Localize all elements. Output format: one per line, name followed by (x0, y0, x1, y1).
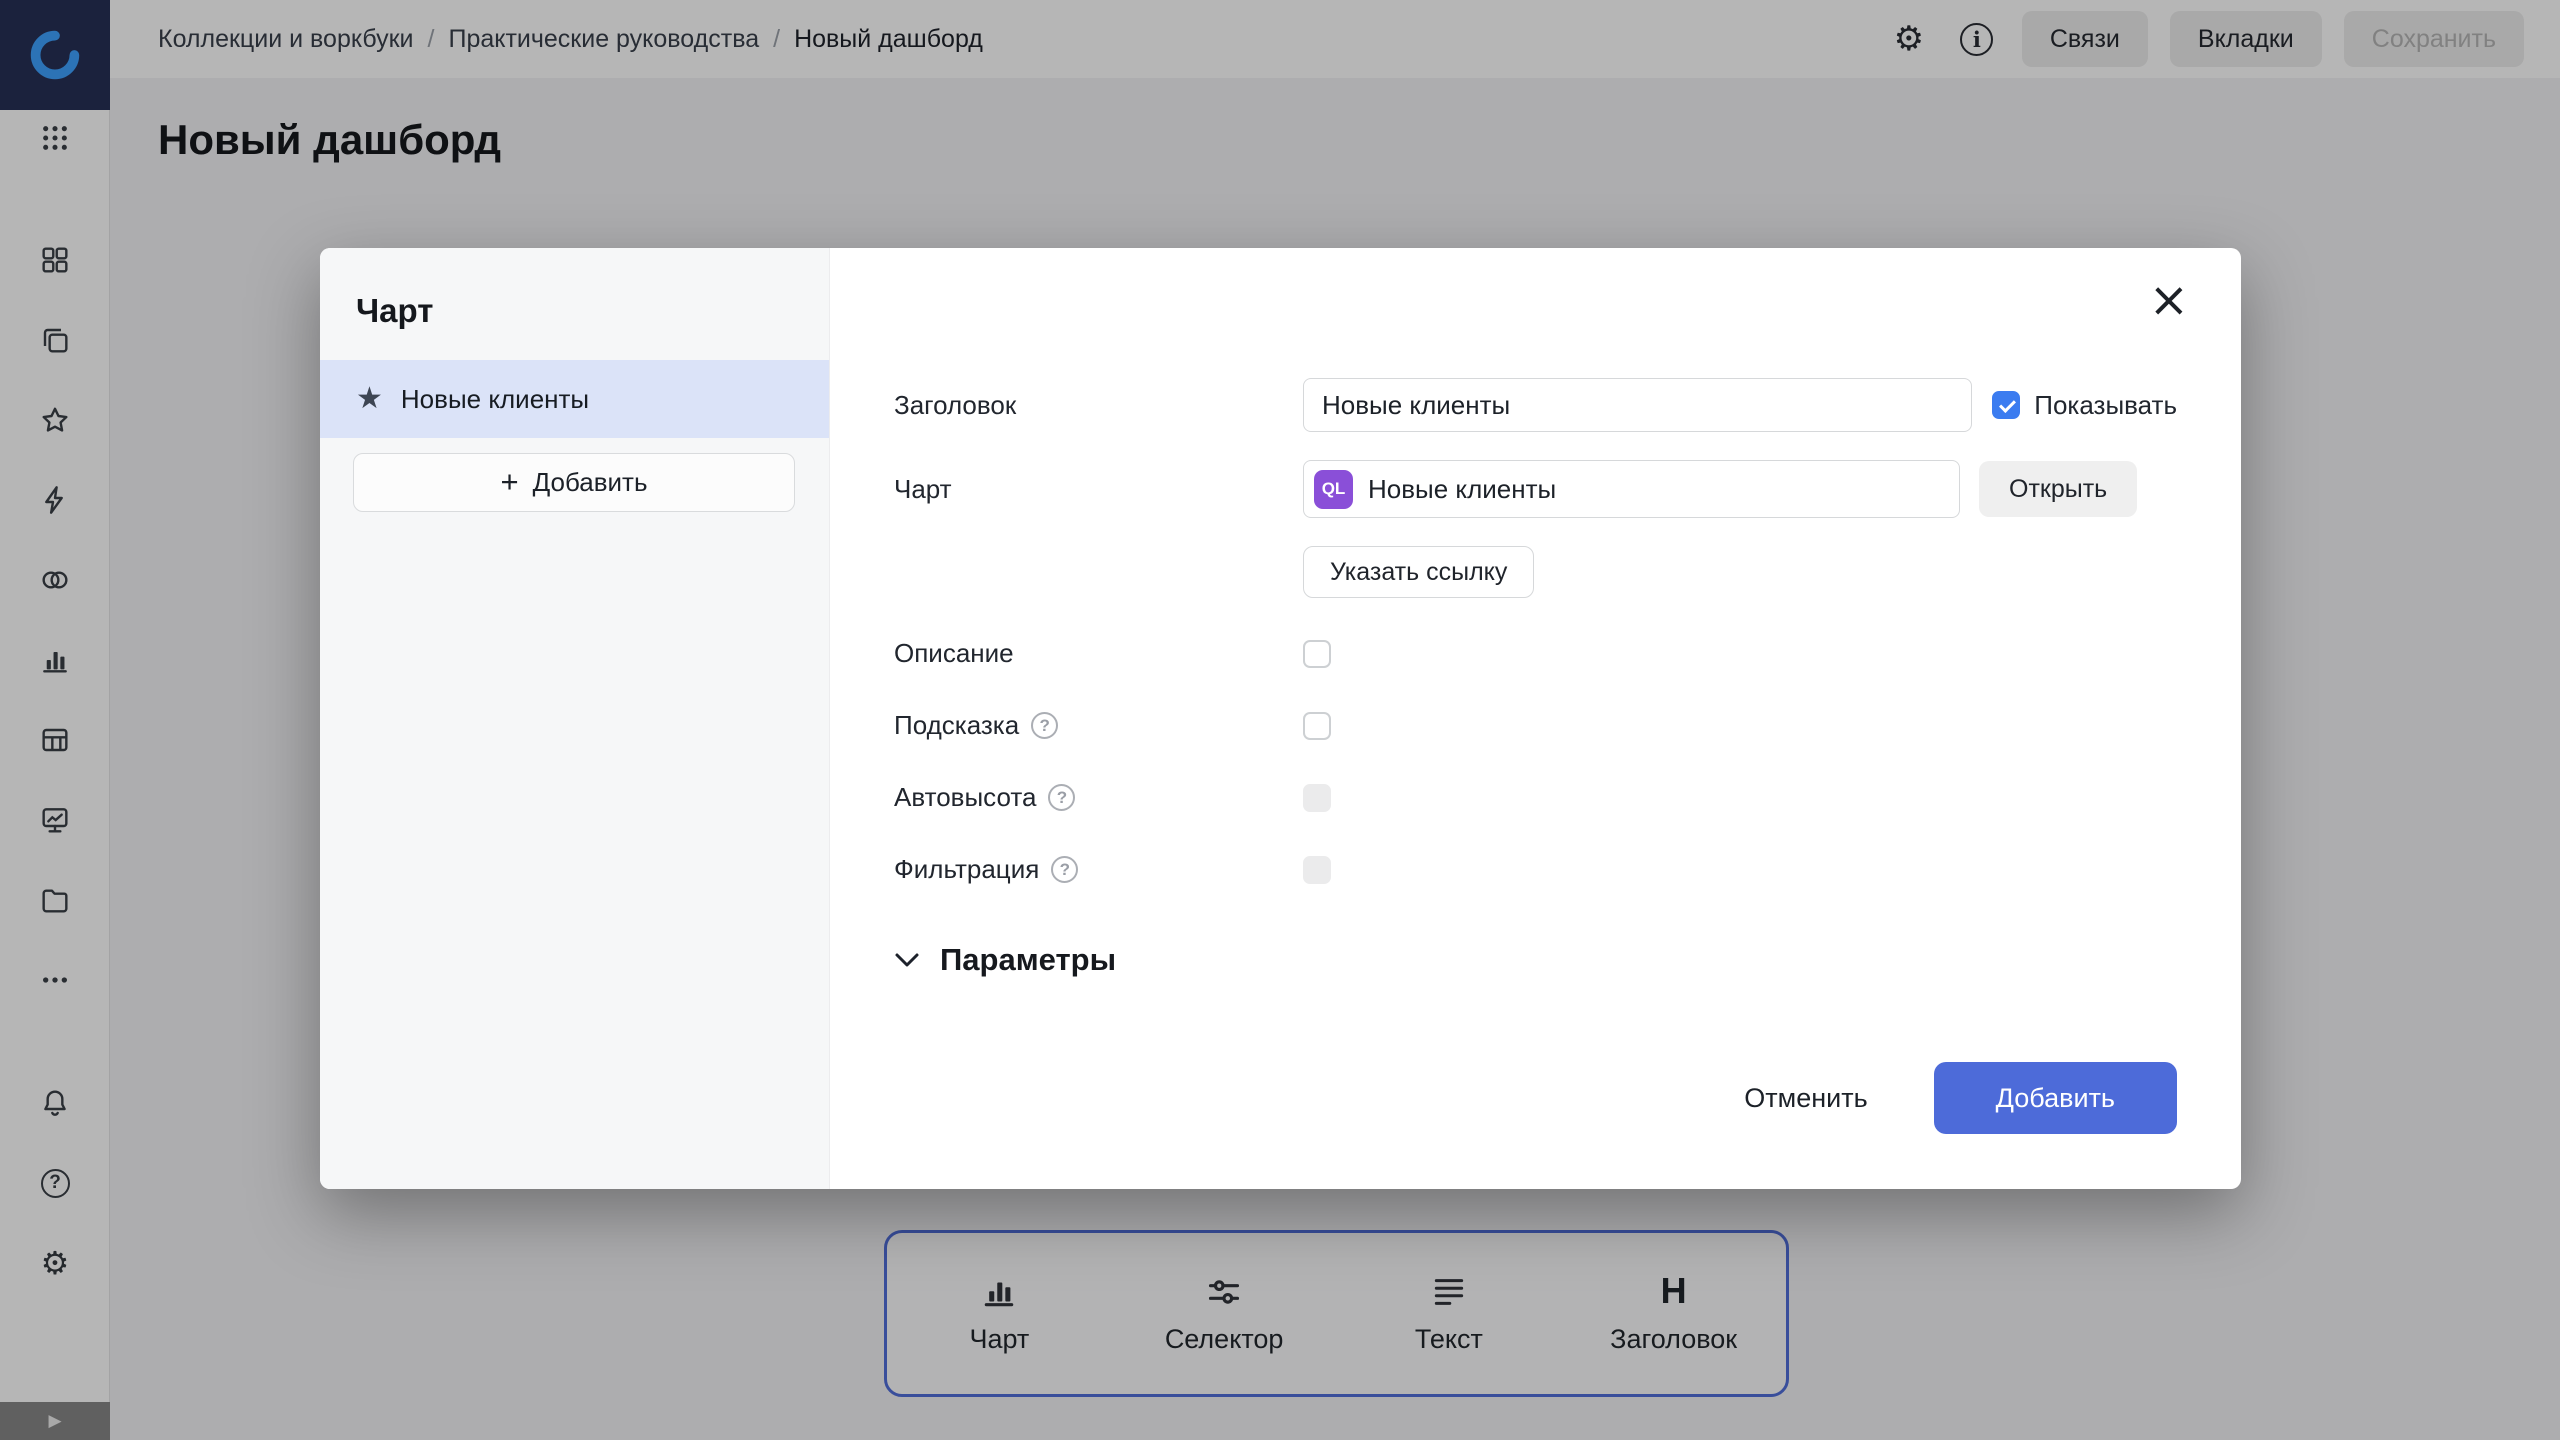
autoheight-question-icon[interactable]: ? (1048, 784, 1075, 811)
chevron-down-icon (894, 952, 920, 968)
field-row-description: Описание (894, 638, 2177, 669)
dialog-title: Чарт (356, 292, 433, 330)
star-icon: ★ (356, 384, 383, 414)
field-label-filtering: Фильтрация ? (894, 854, 1303, 885)
field-row-filtering: Фильтрация ? (894, 854, 2177, 885)
open-chart-button[interactable]: Открыть (1979, 461, 2137, 517)
filtering-checkbox (1303, 856, 1331, 884)
field-label-chart: Чарт (894, 474, 1303, 505)
field-label-title: Заголовок (894, 390, 1303, 421)
cancel-button[interactable]: Отменить (1734, 1062, 1877, 1134)
field-label-autoheight: Автовысота ? (894, 782, 1303, 813)
submit-add-button[interactable]: Добавить (1934, 1062, 2177, 1134)
ql-badge: QL (1314, 470, 1353, 509)
add-chart-dialog: Чарт ★ Новые клиенты + Добавить × Заголо… (320, 248, 2241, 1189)
params-section-toggle[interactable]: Параметры (894, 942, 1116, 978)
field-row-link: Указать ссылку (894, 546, 2177, 598)
dialog-items-panel: Чарт ★ Новые клиенты + Добавить (320, 248, 830, 1189)
hint-checkbox[interactable] (1303, 712, 1331, 740)
show-title-checkbox-label: Показывать (2034, 390, 2177, 421)
plus-icon: + (500, 466, 518, 497)
description-checkbox[interactable] (1303, 640, 1331, 668)
dialog-form-panel: × Заголовок Новые клиенты Показывать Чар… (830, 248, 2241, 1189)
list-item-label: Новые клиенты (401, 384, 589, 415)
chart-select[interactable]: QL Новые клиенты (1303, 460, 1960, 518)
close-icon[interactable]: × (2149, 276, 2189, 324)
add-item-button[interactable]: + Добавить (353, 453, 795, 512)
chart-list-item-selected[interactable]: ★ Новые клиенты (320, 360, 829, 438)
show-title-checkbox[interactable] (1992, 391, 2020, 419)
dialog-footer: Отменить Добавить (1734, 1062, 2177, 1134)
field-row-title: Заголовок Новые клиенты Показывать (894, 378, 2177, 432)
title-input[interactable]: Новые клиенты (1303, 378, 1972, 432)
field-row-hint: Подсказка ? (894, 710, 2177, 741)
field-label-description: Описание (894, 638, 1303, 669)
field-row-autoheight: Автовысота ? (894, 782, 2177, 813)
filtering-question-icon[interactable]: ? (1051, 856, 1078, 883)
autoheight-checkbox (1303, 784, 1331, 812)
specify-link-button[interactable]: Указать ссылку (1303, 546, 1534, 598)
hint-question-icon[interactable]: ? (1031, 712, 1058, 739)
chart-select-value: Новые клиенты (1368, 474, 1556, 505)
field-row-chart: Чарт QL Новые клиенты Открыть (894, 460, 2177, 518)
field-label-hint: Подсказка ? (894, 710, 1303, 741)
